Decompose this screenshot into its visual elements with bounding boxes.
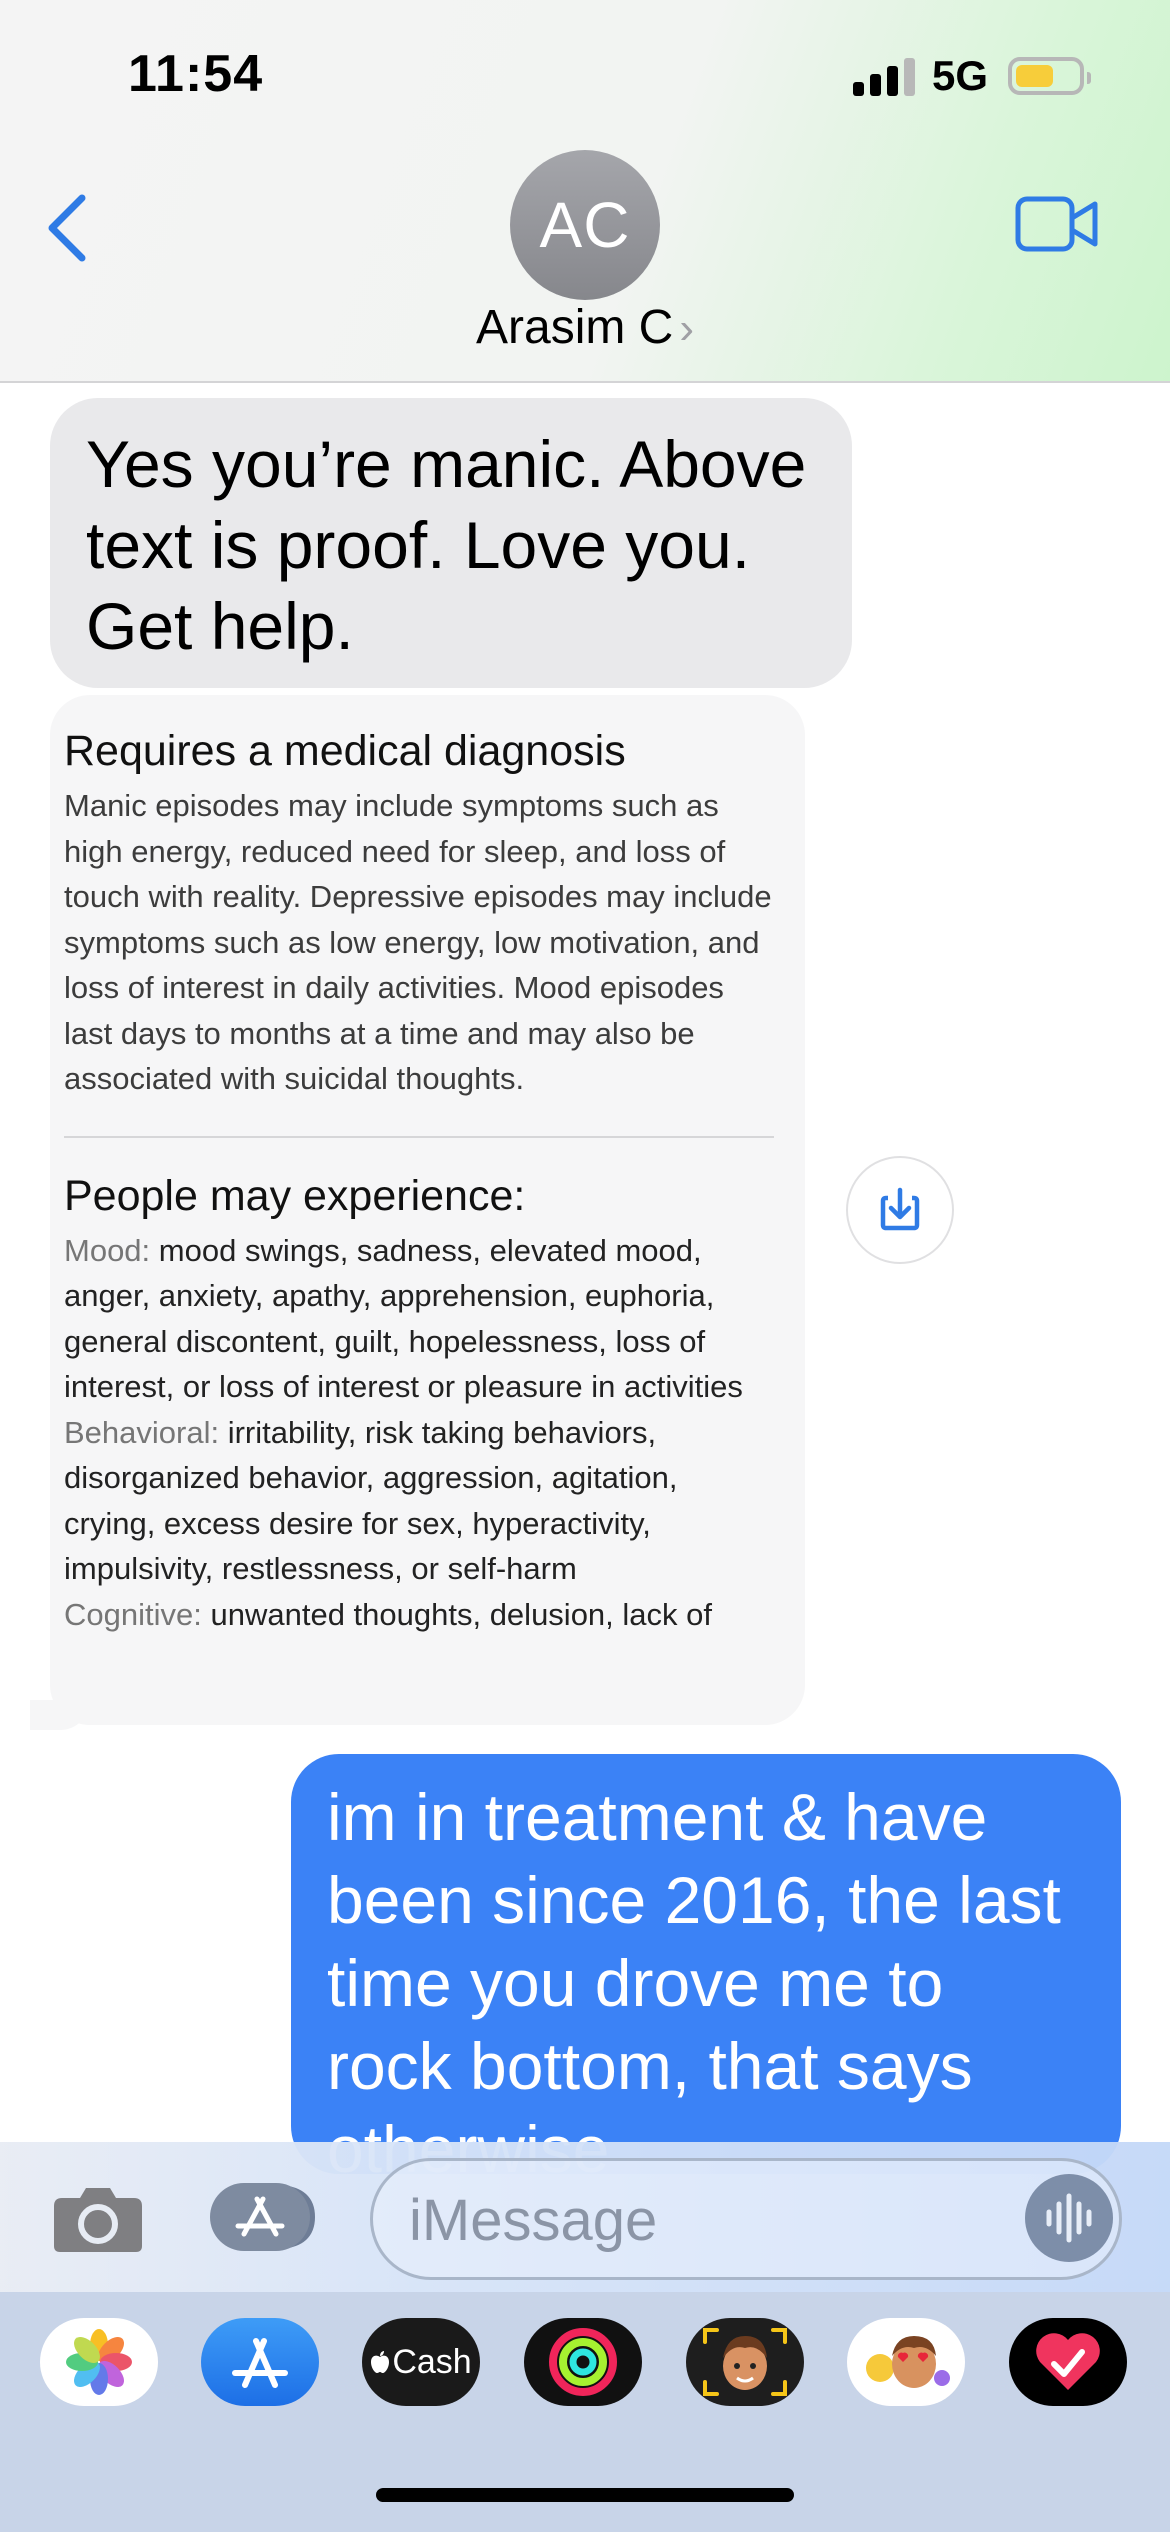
- card-description: Manic episodes may include symptoms such…: [64, 788, 772, 1096]
- battery-level: [1016, 65, 1053, 87]
- camera-icon[interactable]: [52, 2184, 144, 2254]
- incoming-message-text: Yes you’re manic. Above text is proof. L…: [86, 427, 807, 663]
- outgoing-message-bubble[interactable]: im in treatment & have been since 2016, …: [291, 1754, 1121, 2174]
- activity-rings-icon: [549, 2328, 617, 2396]
- network-type: 5G: [932, 52, 989, 99]
- back-chevron-icon[interactable]: [40, 188, 100, 268]
- memoji-app-icon[interactable]: [847, 2318, 965, 2406]
- photos-app-icon[interactable]: [40, 2318, 158, 2406]
- save-attachment-button[interactable]: [846, 1156, 954, 1264]
- experience-title: People may experience:: [64, 1171, 526, 1220]
- memoji-heart-eyes-icon: [866, 2336, 950, 2388]
- card-divider: [64, 1135, 774, 1138]
- incoming-message-bubble[interactable]: Yes you’re manic. Above text is proof. L…: [50, 398, 852, 688]
- digital-touch-app-icon[interactable]: [1009, 2318, 1127, 2406]
- symptom-text: mood swings, sadness, elevated mood, ang…: [64, 1232, 743, 1405]
- contact-avatar[interactable]: AC: [510, 150, 660, 300]
- symptom-behavioral: Behavioral: irritability, risk taking be…: [64, 1410, 773, 1592]
- activity-app-icon[interactable]: [524, 2318, 642, 2406]
- video-call-icon[interactable]: [1015, 196, 1100, 252]
- outgoing-message-text: im in treatment & have been since 2016, …: [327, 1780, 1061, 2174]
- symptom-text: unwanted thoughts, delusion, lack of: [210, 1596, 712, 1632]
- apple-cash-app-icon[interactable]: Cash: [362, 2318, 480, 2406]
- imessage-input[interactable]: [407, 2181, 971, 2259]
- symptom-label: Behavioral:: [64, 1414, 220, 1450]
- apple-cash-label: Cash: [392, 2342, 472, 2381]
- app-store-app-icon[interactable]: [201, 2318, 319, 2406]
- avatar-initials: AC: [539, 189, 631, 261]
- home-indicator[interactable]: [376, 2488, 794, 2502]
- symptom-label: Cognitive:: [64, 1596, 202, 1632]
- card-title: Requires a medical diagnosis: [64, 727, 626, 775]
- contact-name: Arasim C: [476, 301, 674, 354]
- memoji-stickers-app-icon[interactable]: [686, 2318, 804, 2406]
- cellular-signal-icon: [853, 58, 915, 96]
- app-store-a-icon: [232, 2338, 288, 2388]
- waveform-icon: [1046, 2193, 1092, 2243]
- memoji-face-icon: [703, 2328, 787, 2396]
- photos-flower-icon: [66, 2329, 132, 2395]
- heart-icon: [1036, 2333, 1100, 2390]
- message-field[interactable]: [370, 2158, 1122, 2280]
- apple-logo-icon: [371, 2351, 390, 2373]
- contact-name-button[interactable]: Arasim C ›: [0, 300, 1170, 355]
- apps-drawer-button[interactable]: [208, 2180, 318, 2254]
- symptom-label: Mood:: [64, 1232, 151, 1268]
- audio-message-button[interactable]: [1025, 2174, 1113, 2262]
- shared-info-card[interactable]: Requires a medical diagnosis Manic episo…: [50, 695, 805, 1725]
- app-store-icon: [210, 2183, 316, 2251]
- chevron-right-icon: ›: [679, 304, 694, 353]
- symptom-cognitive: Cognitive: unwanted thoughts, delusion, …: [64, 1592, 773, 1638]
- download-icon: [880, 1187, 920, 1231]
- battery-icon: [1008, 57, 1091, 95]
- status-time: 11:54: [128, 45, 264, 103]
- symptom-mood: Mood: mood swings, sadness, elevated moo…: [64, 1228, 773, 1410]
